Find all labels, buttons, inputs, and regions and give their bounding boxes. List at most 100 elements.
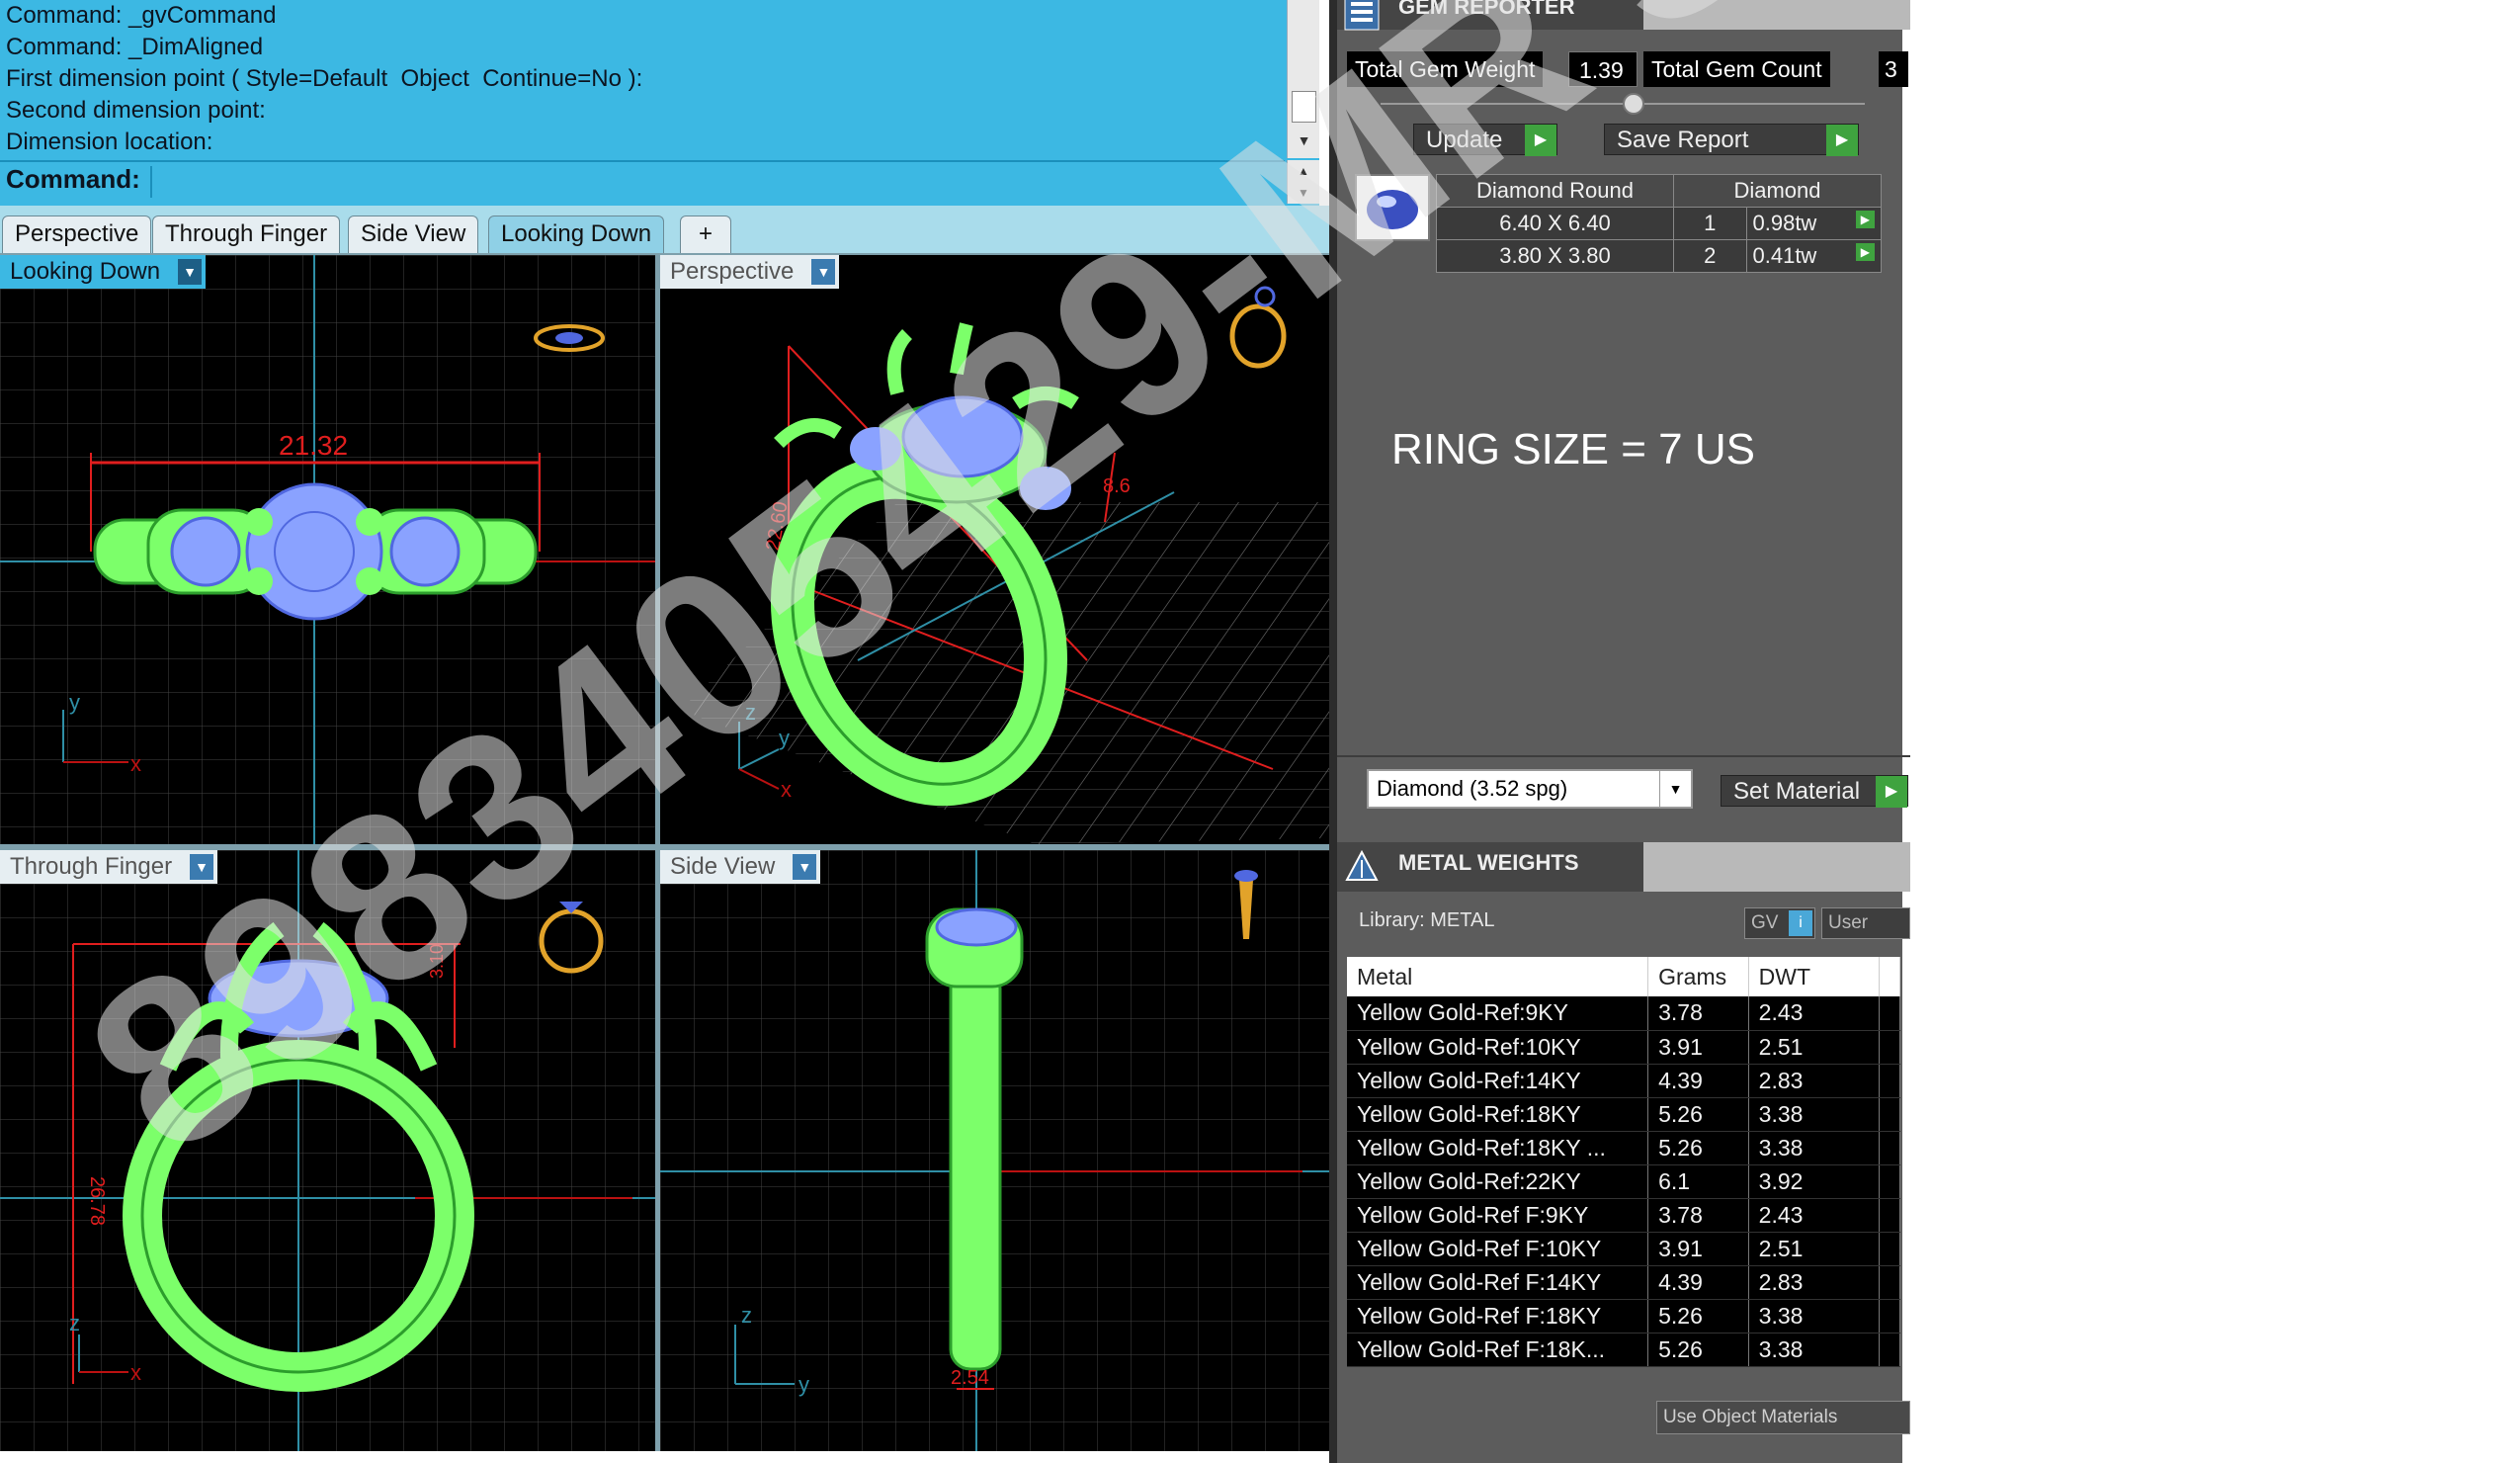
- viewport-looking-down[interactable]: 21.32 y x Looking Down ▼: [0, 255, 655, 844]
- chevron-down-icon: ▼: [1659, 771, 1691, 807]
- gem-row[interactable]: 6.40 X 6.40 1 0.98tw ▶: [1436, 207, 1882, 240]
- viewport-tab-bar: Perspective Through Finger Side View Loo…: [0, 206, 1329, 253]
- viewport-label-text: Through Finger: [10, 853, 173, 880]
- metal-dwt: 3.38: [1748, 1299, 1880, 1334]
- dimension-label: 21.32: [279, 430, 348, 461]
- metal-weights-table: Metal Grams DWT Yellow Gold-Ref:9KY 3.78 2…: [1347, 957, 1901, 1367]
- column-header-metal[interactable]: Metal: [1347, 957, 1649, 996]
- spin-down-icon[interactable]: ▼: [1288, 182, 1319, 204]
- play-icon[interactable]: ▶: [1855, 211, 1875, 228]
- chevron-down-icon[interactable]: ▼: [190, 854, 214, 880]
- viewport-label-text: Side View: [670, 853, 776, 880]
- gem-table-header: Diamond: [1673, 174, 1882, 208]
- total-gem-count-label: Total Gem Count: [1643, 51, 1830, 87]
- through-finger-canvas: 26.78 3.10 z x: [0, 850, 655, 1451]
- chevron-down-icon[interactable]: ▼: [811, 259, 836, 285]
- info-icon: i: [1789, 910, 1812, 936]
- viewport-through-finger[interactable]: 26.78 3.10 z x Through Finger ▼: [0, 850, 655, 1451]
- metal-name: Yellow Gold-Ref:14KY: [1347, 1064, 1649, 1098]
- round-diamond-icon: [1367, 190, 1418, 229]
- table-row[interactable]: Yellow Gold-Ref:14KY 4.39 2.83: [1347, 1064, 1901, 1098]
- table-row[interactable]: Yellow Gold-Ref F:10KY 3.91 2.51: [1347, 1232, 1901, 1266]
- axis-x-label: x: [130, 751, 141, 776]
- column-header-grams[interactable]: Grams: [1647, 957, 1749, 996]
- metal-weights-icon: [1345, 849, 1379, 881]
- command-history-line: Command: _gvCommand: [6, 2, 277, 29]
- metal-grams: 5.26: [1647, 1333, 1749, 1367]
- metal-weights-header[interactable]: METAL WEIGHTS: [1337, 842, 1910, 892]
- axis-x-label: x: [130, 1360, 141, 1385]
- metal-grams: 4.39: [1647, 1064, 1749, 1098]
- gem-weight: 0.41tw ▶: [1745, 239, 1882, 273]
- tab-side-view[interactable]: Side View: [348, 215, 479, 253]
- gv-library-toggle[interactable]: GV i: [1744, 907, 1815, 939]
- metal-dwt: 2.43: [1748, 996, 1880, 1031]
- metal-name: Yellow Gold-Ref:10KY: [1347, 1030, 1649, 1065]
- metal-name: Yellow Gold-Ref:22KY: [1347, 1164, 1649, 1199]
- viewport-label-perspective[interactable]: Perspective ▼: [660, 255, 840, 289]
- row-spacer: [1879, 1164, 1901, 1199]
- scroll-down-arrow-icon[interactable]: ▼: [1288, 132, 1320, 148]
- metal-name: Yellow Gold-Ref:18KY: [1347, 1097, 1649, 1132]
- metal-grams: 5.26: [1647, 1299, 1749, 1334]
- metal-name: Yellow Gold-Ref:9KY: [1347, 996, 1649, 1031]
- table-row[interactable]: Yellow Gold-Ref:18KY 5.26 3.38: [1347, 1097, 1901, 1132]
- material-select[interactable]: Diamond (3.52 spg) ▼: [1367, 769, 1693, 809]
- use-object-materials-button[interactable]: Use Object Materials: [1656, 1401, 1910, 1434]
- divider: [1337, 755, 1910, 757]
- spin-up-icon[interactable]: ▲: [1288, 160, 1319, 182]
- viewport-label-through-finger[interactable]: Through Finger ▼: [0, 850, 218, 884]
- command-area: Command: _gvCommand Command: _DimAligned…: [0, 0, 1319, 206]
- chevron-down-icon[interactable]: ▼: [178, 259, 203, 285]
- tab-looking-down[interactable]: Looking Down: [488, 215, 665, 253]
- table-row[interactable]: Yellow Gold-Ref:10KY 3.91 2.51: [1347, 1030, 1901, 1065]
- metal-name: Yellow Gold-Ref F:9KY: [1347, 1198, 1649, 1233]
- gem-row[interactable]: 3.80 X 3.80 2 0.41tw ▶: [1436, 239, 1882, 273]
- table-row[interactable]: Yellow Gold-Ref:22KY 6.1 3.92: [1347, 1164, 1901, 1199]
- table-row[interactable]: Yellow Gold-Ref F:18K... 5.26 3.38: [1347, 1333, 1901, 1367]
- metal-name: Yellow Gold-Ref F:10KY: [1347, 1232, 1649, 1266]
- chevron-down-icon[interactable]: ▼: [793, 854, 817, 880]
- row-spacer: [1879, 1232, 1901, 1266]
- splitter-handle[interactable]: [1623, 93, 1644, 115]
- command-history-line: Second dimension point:: [6, 97, 266, 124]
- table-row[interactable]: Yellow Gold-Ref F:18KY 5.26 3.38: [1347, 1299, 1901, 1334]
- gem-size: 6.40 X 6.40: [1436, 207, 1674, 240]
- row-spacer: [1879, 1064, 1901, 1098]
- tab-through-finger[interactable]: Through Finger: [152, 215, 341, 253]
- tab-perspective[interactable]: Perspective: [2, 215, 152, 253]
- row-spacer: [1879, 1198, 1901, 1233]
- dimension-height-label: 26.78: [86, 1176, 108, 1226]
- update-button[interactable]: Update ▶: [1413, 124, 1557, 156]
- user-library-toggle[interactable]: User: [1821, 907, 1910, 939]
- viewport-perspective[interactable]: 22.60 8.6 z y x Perspective ▼: [660, 255, 1329, 844]
- command-input[interactable]: [150, 166, 1277, 198]
- save-report-button[interactable]: Save Report ▶: [1604, 124, 1859, 156]
- scrollbar-thumb[interactable]: [1292, 91, 1316, 123]
- set-material-button[interactable]: Set Material ▶: [1721, 775, 1908, 808]
- column-header-dwt[interactable]: DWT: [1748, 957, 1880, 996]
- metal-library-label: Library: METAL: [1359, 909, 1495, 931]
- row-spacer: [1879, 1299, 1901, 1334]
- table-row[interactable]: Yellow Gold-Ref:9KY 3.78 2.43: [1347, 996, 1901, 1031]
- table-row[interactable]: Yellow Gold-Ref:18KY ... 5.26 3.38: [1347, 1131, 1901, 1165]
- gem-count: 2: [1673, 239, 1747, 273]
- add-viewport-tab-icon[interactable]: +: [680, 215, 731, 253]
- metal-grams: 3.91: [1647, 1232, 1749, 1266]
- gem-reporter-header[interactable]: GEM REPORTER: [1337, 0, 1910, 31]
- metal-dwt: 2.83: [1748, 1265, 1880, 1300]
- dimension-label-b: 8.6: [1103, 475, 1131, 497]
- table-row[interactable]: Yellow Gold-Ref F:14KY 4.39 2.83: [1347, 1265, 1901, 1300]
- command-prompt-row: Command:: [0, 160, 1285, 200]
- viewport-side-view[interactable]: 2.54 z y Side View ▼: [660, 850, 1329, 1451]
- table-row[interactable]: Yellow Gold-Ref F:9KY 3.78 2.43: [1347, 1198, 1901, 1233]
- viewport-label-looking-down[interactable]: Looking Down ▼: [0, 255, 207, 289]
- row-spacer: [1879, 1030, 1901, 1065]
- command-history-scrollbar[interactable]: ▼: [1287, 0, 1319, 158]
- play-icon[interactable]: ▶: [1855, 243, 1875, 261]
- command-history: Command: _gvCommand Command: _DimAligned…: [0, 0, 1285, 158]
- metal-dwt: 3.92: [1748, 1164, 1880, 1199]
- command-spinner[interactable]: ▲ ▼: [1287, 160, 1319, 204]
- metal-dwt: 2.51: [1748, 1030, 1880, 1065]
- viewport-label-side-view[interactable]: Side View ▼: [660, 850, 821, 884]
